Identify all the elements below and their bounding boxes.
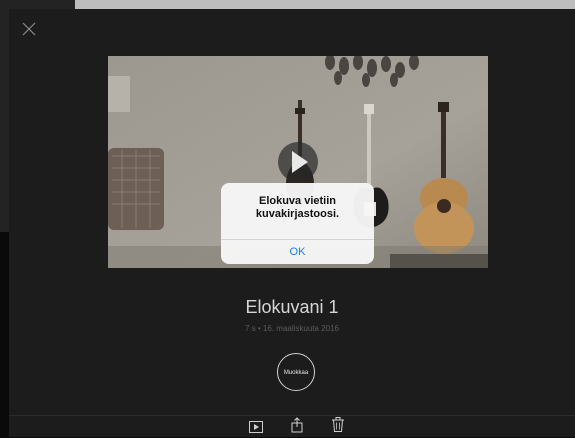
edit-button[interactable]: Muokkaa <box>277 353 315 391</box>
close-icon <box>22 22 36 36</box>
bottom-toolbar <box>9 415 575 438</box>
movie-detail-view: Elokuva vietiin kuvakirjastoosi. OK Elok… <box>9 9 575 437</box>
export-alert: Elokuva vietiin kuvakirjastoosi. OK <box>221 183 374 264</box>
alert-message-line: kuvakirjastoosi. <box>255 208 340 220</box>
background-panel-top <box>75 0 575 9</box>
share-icon <box>291 417 303 433</box>
close-button[interactable] <box>21 21 37 37</box>
delete-button[interactable] <box>332 417 344 437</box>
alert-message-line: Elokuva vietiin <box>258 195 337 207</box>
trash-icon <box>332 417 344 432</box>
movie-meta: 7 s • 16. maaliskuuta 2016 <box>245 324 339 333</box>
play-icon <box>249 421 263 433</box>
play-button[interactable] <box>249 420 263 438</box>
alert-ok-button[interactable]: OK <box>221 240 374 264</box>
share-button[interactable] <box>290 417 304 438</box>
movie-title: Elokuvani 1 <box>245 297 339 317</box>
alert-message: Elokuva vietiin kuvakirjastoosi. <box>229 195 366 221</box>
play-overlay <box>278 142 318 182</box>
